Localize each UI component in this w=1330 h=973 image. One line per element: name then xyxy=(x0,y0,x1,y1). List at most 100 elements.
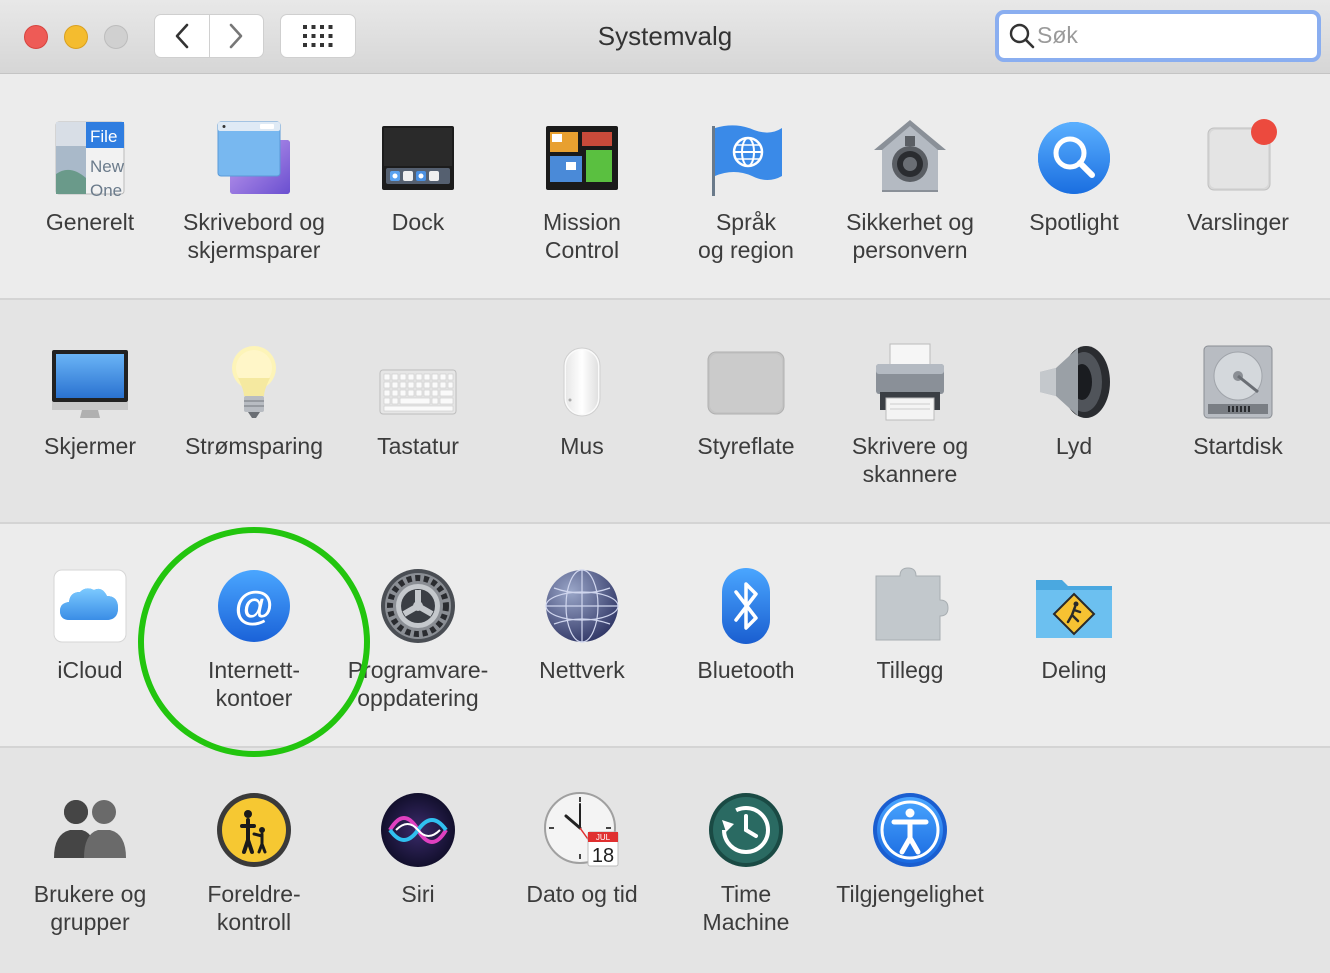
chevron-right-icon xyxy=(229,23,243,49)
svg-text:New: New xyxy=(90,157,125,176)
window-title: Systemvalg xyxy=(597,21,733,51)
svg-text:18: 18 xyxy=(592,845,614,867)
pane-styreflate[interactable]: Styreflate xyxy=(664,342,828,460)
pane-varslinger[interactable]: Varslinger xyxy=(1156,118,1320,236)
extensions-icon xyxy=(875,567,949,641)
pane-label: Time Machine xyxy=(702,881,790,935)
forward-button[interactable] xyxy=(210,15,264,57)
pane-programvareoppdatering[interactable]: Programvare- oppdatering xyxy=(336,566,500,712)
dock-icon xyxy=(382,126,454,190)
pane-label: Lyd xyxy=(1055,433,1093,459)
pane-label: Nettverk xyxy=(539,657,625,683)
search-field[interactable] xyxy=(995,10,1321,62)
spotlight-icon xyxy=(1038,122,1110,194)
network-icon xyxy=(545,569,619,643)
svg-text:File: File xyxy=(90,127,117,146)
siri-icon xyxy=(381,793,455,867)
back-button[interactable] xyxy=(155,15,209,57)
pane-label: Generelt xyxy=(45,209,135,235)
pane-generelt[interactable]: File New One Generelt xyxy=(8,118,172,236)
pane-dock[interactable]: Dock xyxy=(336,118,500,236)
pane-label: Foreldre- kontroll xyxy=(207,881,301,935)
pane-bluetooth[interactable]: Bluetooth xyxy=(664,566,828,684)
show-all-button[interactable] xyxy=(280,14,356,58)
pane-label: Skrivere og skannere xyxy=(851,433,969,487)
minimize-button[interactable] xyxy=(64,25,88,49)
pane-tastatur[interactable]: Tastatur xyxy=(336,342,500,460)
pane-label: Sikkerhet og personvern xyxy=(846,209,974,263)
pane-label: Varslinger xyxy=(1187,209,1289,235)
pane-siri[interactable]: Siri xyxy=(336,790,500,908)
pane-tilgjengelighet[interactable]: Tilgjengelighet xyxy=(828,790,992,908)
pane-skrivebord[interactable]: Skrivebord og skjermsparer xyxy=(172,118,336,264)
pane-label: Tastatur xyxy=(377,433,459,459)
pane-dato[interactable]: JUL 18 Dato og tid xyxy=(500,790,664,908)
window-titlebar: Systemvalg xyxy=(0,0,1330,74)
desktop-screensaver-icon xyxy=(217,121,290,194)
accessibility-icon xyxy=(873,793,947,867)
zoom-button[interactable] xyxy=(104,25,128,49)
keyboard-icon xyxy=(379,369,457,415)
mission-control-icon xyxy=(546,126,618,190)
pane-label: Mus xyxy=(560,433,604,459)
svg-text:@: @ xyxy=(234,584,273,628)
pane-label: Siri xyxy=(401,881,435,907)
pane-label: Spotlight xyxy=(1029,209,1119,235)
pane-brukere[interactable]: Brukere og grupper xyxy=(8,790,172,936)
pane-spotlight[interactable]: Spotlight xyxy=(992,118,1156,236)
date-time-icon: JUL 18 xyxy=(544,792,619,867)
pane-skjermer[interactable]: Skjermer xyxy=(8,342,172,460)
general-icon: File New One xyxy=(55,121,125,198)
grid-icon xyxy=(303,25,333,47)
pane-mus[interactable]: Mus xyxy=(500,342,664,460)
pane-startdisk[interactable]: Startdisk xyxy=(1156,342,1320,460)
pane-timemachine[interactable]: Time Machine xyxy=(664,790,828,936)
notifications-icon xyxy=(1207,119,1277,191)
pane-label: iCloud xyxy=(57,657,123,683)
pane-label: Internett- kontoer xyxy=(207,657,301,711)
time-machine-icon xyxy=(709,793,783,867)
users-groups-icon xyxy=(54,800,126,858)
pane-tillegg[interactable]: Tillegg xyxy=(828,566,992,684)
software-update-icon xyxy=(381,569,455,643)
pane-label: Bluetooth xyxy=(697,657,795,683)
pane-skrivere[interactable]: Skrivere og skannere xyxy=(828,342,992,488)
pane-label: Styreflate xyxy=(697,433,795,459)
parental-controls-icon xyxy=(217,793,291,867)
pane-mission-control[interactable]: Mission Control xyxy=(500,118,664,264)
internet-accounts-icon: @ xyxy=(218,570,290,642)
pane-label: Mission Control xyxy=(543,209,621,263)
bluetooth-icon xyxy=(722,568,770,644)
pane-label: Tillegg xyxy=(876,657,944,683)
pane-sikkerhet[interactable]: Sikkerhet og personvern xyxy=(828,118,992,264)
search-input[interactable] xyxy=(1037,20,1307,50)
close-button[interactable] xyxy=(24,25,48,49)
trackpad-icon xyxy=(707,351,785,415)
language-region-icon xyxy=(712,125,782,196)
pane-icloud[interactable]: iCloud xyxy=(8,566,172,684)
pane-label: Skrivebord og skjermsparer xyxy=(183,209,325,263)
security-privacy-icon xyxy=(874,120,946,192)
pane-foreldrekontroll[interactable]: Foreldre- kontroll xyxy=(172,790,336,936)
icloud-icon xyxy=(53,569,127,643)
startup-disk-icon xyxy=(1203,345,1273,419)
pane-deling[interactable]: Deling xyxy=(992,566,1156,684)
pane-nettverk[interactable]: Nettverk xyxy=(500,566,664,684)
pane-stromsparing[interactable]: Strømsparing xyxy=(172,342,336,460)
search-icon xyxy=(1009,23,1035,49)
pane-lyd[interactable]: Lyd xyxy=(992,342,1156,460)
pane-label: Tilgjengelighet xyxy=(836,881,984,907)
svg-text:One: One xyxy=(90,181,122,198)
pane-sprak[interactable]: Språk og region xyxy=(664,118,828,264)
pane-label: Startdisk xyxy=(1193,433,1283,459)
pane-label: Deling xyxy=(1041,657,1107,683)
pane-label: Strømsparing xyxy=(184,433,324,459)
pane-label: Språk og region xyxy=(698,209,794,263)
pane-label: Dock xyxy=(391,209,445,235)
mouse-icon xyxy=(563,347,601,417)
chevron-left-icon xyxy=(175,23,189,49)
pane-label: Brukere og grupper xyxy=(33,881,147,935)
pane-label: Dato og tid xyxy=(526,881,638,907)
pane-internettkontoer[interactable]: @ Internett- kontoer xyxy=(172,566,336,712)
navigation-buttons xyxy=(154,14,264,58)
